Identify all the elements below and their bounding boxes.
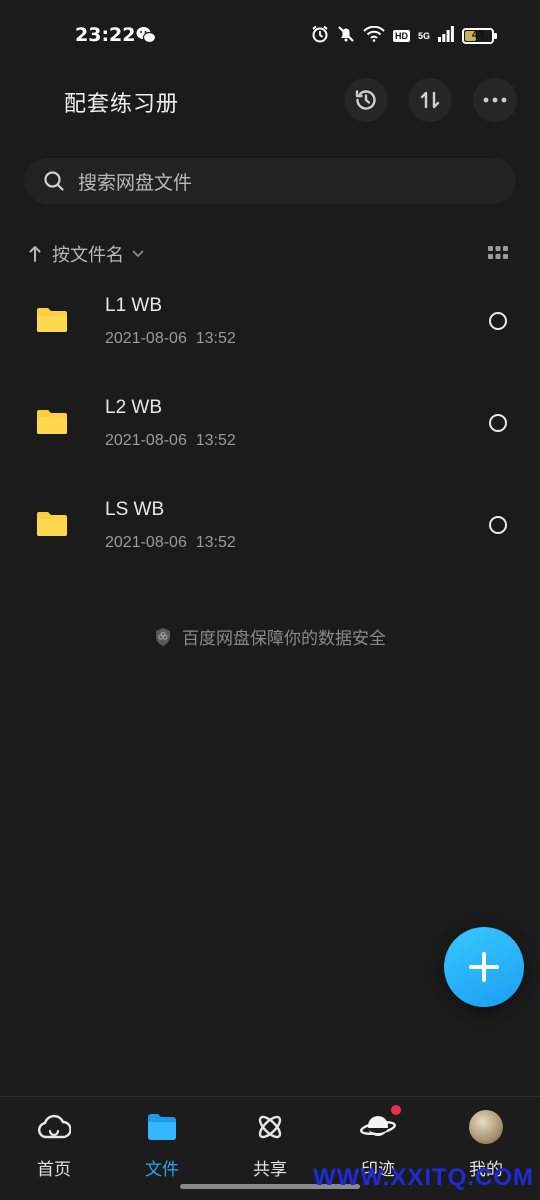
file-date: 2021-08-06 13:52 [105, 534, 236, 551]
wifi-icon [363, 25, 385, 46]
safety-note: 百度网盘保障你的数据安全 [0, 624, 540, 649]
watermark: WWW.XXITQ.COM [313, 1164, 534, 1191]
avatar [469, 1110, 503, 1144]
search-placeholder: 搜索网盘文件 [78, 171, 193, 194]
header: 配套练习册 [0, 72, 540, 128]
tab-label: 首页 [37, 1160, 71, 1180]
wechat-icon [136, 26, 157, 48]
select-checkbox[interactable] [489, 312, 507, 330]
tab-label: 文件 [145, 1160, 179, 1180]
list-item[interactable]: LS WB 2021-08-06 13:52 [0, 474, 540, 576]
add-button[interactable] [444, 927, 524, 1007]
file-list: L1 WB 2021-08-06 13:52 L2 WB 2021-08-06 … [0, 270, 540, 576]
more-button[interactable] [473, 78, 517, 122]
history-button[interactable] [344, 78, 388, 122]
list-item[interactable]: L1 WB 2021-08-06 13:52 [0, 270, 540, 372]
file-name: LS WB [105, 499, 165, 520]
network-type: 5G [417, 31, 430, 41]
search-input[interactable]: 搜索网盘文件 [24, 158, 516, 204]
grid-view-icon[interactable] [488, 246, 508, 260]
sort-row: 按文件名 [28, 240, 512, 268]
list-item[interactable]: L2 WB 2021-08-06 13:52 [0, 372, 540, 474]
planet-icon [360, 1116, 396, 1136]
history-icon [355, 90, 376, 110]
more-icon [483, 97, 507, 103]
status-bar: 23:22 HD 5G 43 [0, 0, 540, 72]
select-checkbox[interactable] [489, 516, 507, 534]
mute-icon [337, 25, 355, 47]
file-date: 2021-08-06 13:52 [105, 432, 236, 449]
tab-home[interactable]: 首页 [0, 1097, 108, 1200]
file-date: 2021-08-06 13:52 [105, 330, 236, 347]
file-name: L1 WB [105, 295, 163, 316]
status-time: 23:22 [75, 24, 136, 46]
folder-icon [37, 308, 67, 332]
cloud-icon [37, 1114, 71, 1139]
sort-arrow-icon [29, 246, 41, 262]
page-title: 配套练习册 [64, 92, 180, 117]
tab-label: 共享 [253, 1160, 287, 1180]
alarm-icon [311, 25, 329, 47]
search-icon [44, 171, 64, 191]
select-checkbox[interactable] [489, 414, 507, 432]
notification-dot [391, 1105, 401, 1115]
sort-label: 按文件名 [52, 245, 124, 266]
folder-icon [37, 512, 67, 536]
transfer-button[interactable] [408, 78, 452, 122]
transfer-icon [420, 91, 440, 109]
signal-icon [438, 26, 454, 46]
atom-icon [258, 1115, 282, 1139]
battery-level: 43 [471, 29, 485, 41]
hd-badge: HD [392, 30, 410, 42]
folder-icon [37, 410, 67, 434]
shield-icon [156, 627, 170, 646]
file-name: L2 WB [105, 397, 163, 418]
chevron-down-icon [132, 250, 144, 258]
sort-button[interactable]: 按文件名 [28, 241, 144, 267]
safety-text: 百度网盘保障你的数据安全 [182, 629, 386, 649]
battery-icon: 43 [462, 28, 497, 44]
folder-filled-icon [148, 1114, 176, 1140]
plus-icon [469, 952, 499, 982]
